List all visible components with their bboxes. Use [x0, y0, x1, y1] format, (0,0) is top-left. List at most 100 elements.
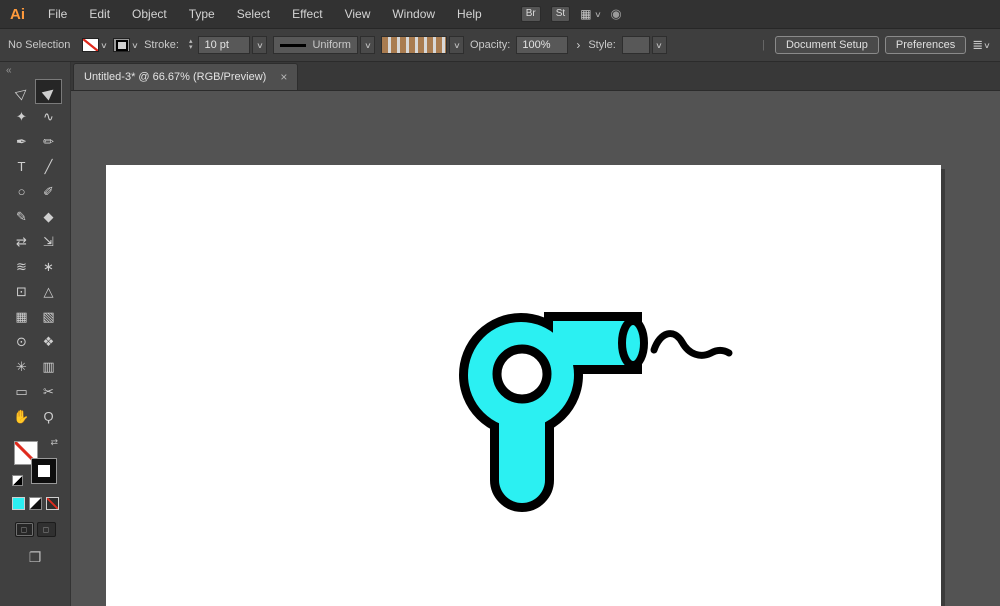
swatch-none[interactable]	[46, 497, 59, 510]
workspace-switcher[interactable]: ▦ ∨	[580, 7, 600, 21]
shaper-tool[interactable]: ∗	[35, 254, 62, 279]
chevron-down-icon: ∨	[364, 41, 372, 50]
menu-item-view[interactable]: View	[334, 0, 382, 28]
tool-icon: ▶	[40, 83, 57, 101]
preferences-button[interactable]: Preferences	[885, 36, 966, 54]
type-tool[interactable]: T	[8, 154, 35, 179]
scale-tool[interactable]: ⇲	[35, 229, 62, 254]
stroke-color-dropdown[interactable]: ∨	[113, 38, 138, 52]
menu-bar: Ai FileEditObjectTypeSelectEffectViewWin…	[0, 0, 1000, 29]
graph-tool[interactable]: ▥	[35, 354, 62, 379]
mesh-tool[interactable]: ▦	[8, 304, 35, 329]
tool-icon: ⊙	[16, 335, 27, 348]
menu-item-type[interactable]: Type	[178, 0, 226, 28]
quick-swatches	[12, 497, 59, 510]
stock-button[interactable]: St	[551, 6, 570, 22]
fill-none-swatch	[82, 38, 99, 52]
direct-selection-tool[interactable]: ▷	[8, 79, 35, 104]
bridge-button[interactable]: Br	[521, 6, 541, 22]
menu-item-object[interactable]: Object	[121, 0, 178, 28]
ellipse-tool[interactable]: ○	[8, 179, 35, 204]
tool-icon: ✳	[16, 360, 27, 373]
lasso-tool[interactable]: ∿	[35, 104, 62, 129]
menu-item-select[interactable]: Select	[226, 0, 281, 28]
document-tab[interactable]: Untitled-3* @ 66.67% (RGB/Preview) ×	[73, 63, 298, 90]
tool-icon: △	[44, 285, 54, 298]
swatch-gradient[interactable]	[29, 497, 42, 510]
chevron-down-icon: ∨	[131, 41, 139, 50]
menu-item-effect[interactable]: Effect	[281, 0, 333, 28]
app-logo[interactable]: Ai	[0, 6, 37, 23]
chevron-down-icon: ∨	[656, 41, 664, 50]
width-tool[interactable]: ≋	[8, 254, 35, 279]
screen-mode-icon[interactable]: ❐	[29, 549, 42, 566]
stroke-weight-select[interactable]: 10 pt ∨	[198, 36, 267, 54]
fill-color-dropdown[interactable]: ∨	[82, 38, 107, 52]
document-area: Untitled-3* @ 66.67% (RGB/Preview) ×	[71, 62, 1000, 606]
align-options[interactable]: ≣ ∨	[972, 37, 990, 53]
style-select[interactable]: ∨	[622, 36, 667, 54]
swap-fill-stroke-icon[interactable]: ⇄	[50, 437, 58, 448]
tool-icon: ▦	[15, 310, 27, 323]
tool-icon: Ϙ	[43, 410, 53, 423]
opacity-options-icon[interactable]: ›	[574, 38, 582, 52]
menu-bar-icons: Br St ▦ ∨ ◉	[521, 6, 622, 22]
stroke-profile-preview	[280, 44, 306, 47]
chevron-down-icon: ∨	[983, 41, 991, 50]
stroke-weight-stepper[interactable]: ▴ ▾	[189, 39, 193, 51]
collapse-panel-icon[interactable]: «	[0, 62, 70, 77]
menu-item-edit[interactable]: Edit	[78, 0, 121, 28]
tool-icon: ⇄	[16, 235, 27, 248]
hand-tool[interactable]: ✋	[8, 404, 35, 429]
tool-icon: ∿	[43, 110, 54, 123]
zoom-tool[interactable]: Ϙ	[35, 404, 62, 429]
perspective-grid-tool[interactable]: △	[35, 279, 62, 304]
opacity-input[interactable]: 100%	[516, 36, 568, 54]
swatch-cyan[interactable]	[12, 497, 25, 510]
variable-width-profile-select[interactable]: Uniform ∨	[273, 36, 375, 54]
tool-icon: ✎	[16, 210, 27, 223]
brush-definition-select[interactable]: ∨	[381, 36, 464, 54]
nozzle-opening[interactable]	[622, 321, 644, 365]
blend-tool[interactable]: ❖	[35, 329, 62, 354]
line-segment-tool[interactable]: ╱	[35, 154, 62, 179]
artboard-tool[interactable]: ▭	[8, 379, 35, 404]
symbol-sprayer-tool[interactable]: ✳	[8, 354, 35, 379]
tool-icon: ○	[18, 185, 26, 198]
tool-icon: ≋	[16, 260, 27, 273]
tools-grid: ▷ ▶ ✦ ∿ ✒✏ T ╱ ○ ✐ ✎ ◆ ⇄ ⇲ ≋ ∗⊡ △ ▦ ▧ ⊙ ❖ ✳ ▥▭ ✂ ✋ Ϙ	[8, 79, 62, 429]
pencil-tool[interactable]: ✎	[8, 204, 35, 229]
curvature-tool[interactable]: ✏	[35, 129, 62, 154]
stepper-down-icon: ▾	[189, 45, 193, 51]
default-fill-stroke-icon[interactable]	[12, 475, 23, 486]
eraser-tool[interactable]: ◆	[35, 204, 62, 229]
document-setup-button[interactable]: Document Setup	[775, 36, 879, 54]
canvas[interactable]	[71, 91, 1000, 606]
tab-close-icon[interactable]: ×	[280, 70, 287, 84]
slice-tool[interactable]: ✂	[35, 379, 62, 404]
menu-item-file[interactable]: File	[37, 0, 78, 28]
tool-icon: T	[18, 160, 26, 173]
draw-normal-button[interactable]: ◻	[15, 522, 34, 537]
free-transform-tool[interactable]: ⊡	[8, 279, 35, 304]
tool-icon: ✂	[43, 385, 54, 398]
magic-wand-tool[interactable]: ✦	[8, 104, 35, 129]
reflect-tool[interactable]: ⇄	[8, 229, 35, 254]
tools-panel: « ▷ ▶ ✦ ∿ ✒✏ T ╱ ○ ✐ ✎ ◆ ⇄ ⇲ ≋ ∗⊡ △ ▦ ▧ ⊙ ❖ ✳ ▥▭ ✂ ✋ Ϙ ⇄ ◻ ◻ ❐	[0, 62, 71, 606]
chevron-down-icon: ∨	[100, 41, 108, 50]
selection-tool[interactable]: ▶	[35, 79, 62, 104]
device-preview-icon[interactable]: ◉	[610, 6, 621, 22]
dryer-intake-circle[interactable]	[497, 349, 547, 399]
stroke-swatch-black[interactable]	[32, 459, 56, 483]
pen-tool[interactable]: ✒	[8, 129, 35, 154]
menu-item-window[interactable]: Window	[381, 0, 446, 28]
illustrator-window: Ai FileEditObjectTypeSelectEffectViewWin…	[0, 0, 1000, 604]
draw-mode-buttons: ◻ ◻	[15, 522, 56, 537]
draw-behind-button[interactable]: ◻	[37, 522, 56, 537]
gradient-tool[interactable]: ▧	[35, 304, 62, 329]
menu-item-help[interactable]: Help	[446, 0, 493, 28]
tool-icon: ▷	[13, 83, 30, 101]
paintbrush-tool[interactable]: ✐	[35, 179, 62, 204]
chevron-down-icon: ∨	[453, 41, 461, 50]
eyedropper-tool[interactable]: ⊙	[8, 329, 35, 354]
